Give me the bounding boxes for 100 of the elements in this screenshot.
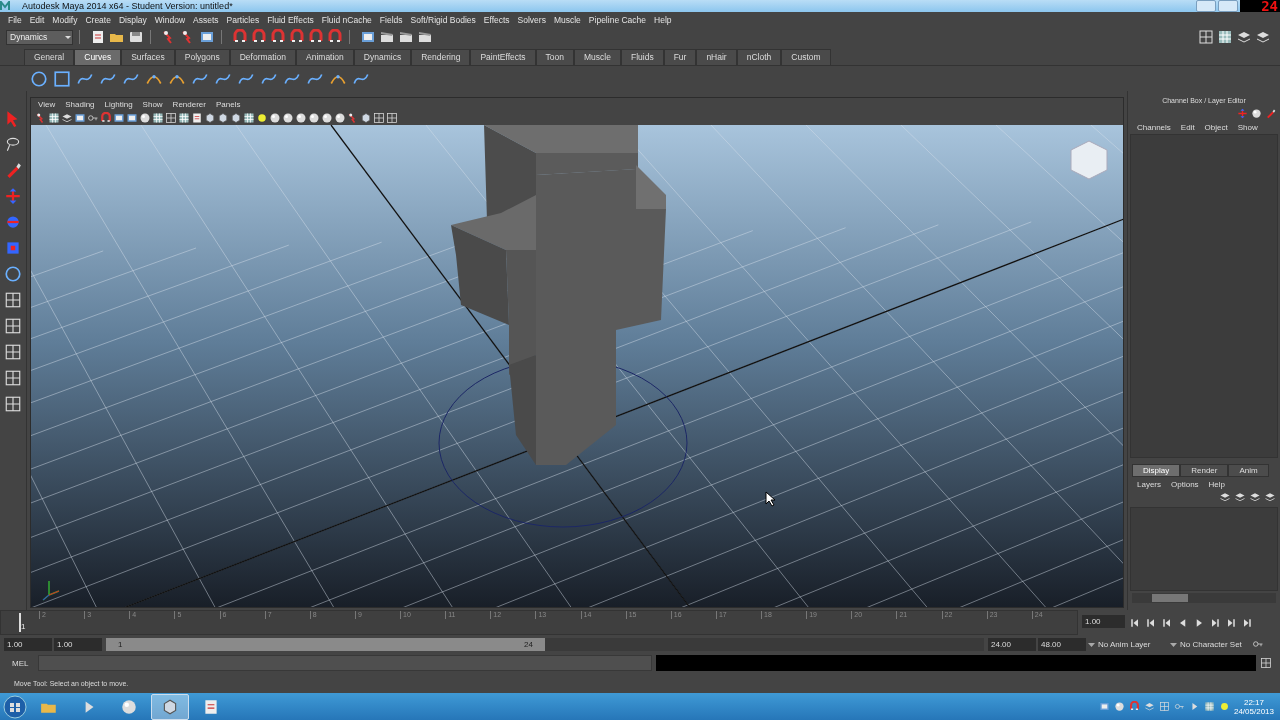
character-set-dropdown[interactable]: No Character Set xyxy=(1180,639,1242,649)
menu-item[interactable]: Edit xyxy=(25,14,49,25)
layer-tab[interactable]: Anim xyxy=(1228,464,1269,477)
circle-icon[interactable] xyxy=(30,69,48,88)
shelf-tab[interactable]: Deformation xyxy=(229,49,296,65)
start-button[interactable] xyxy=(3,694,27,719)
menu-item[interactable]: Modify xyxy=(48,14,82,25)
panel-menu[interactable]: Renderer xyxy=(167,100,211,109)
tray-icon[interactable] xyxy=(1128,701,1140,712)
shelf-tab[interactable]: nCloth xyxy=(736,49,782,65)
panel-tool-icon[interactable] xyxy=(100,112,112,124)
channel-box-menu[interactable]: Edit xyxy=(1175,122,1200,132)
render-icon[interactable] xyxy=(199,29,215,45)
playback-end-field[interactable]: 24.00 xyxy=(988,637,1036,651)
layer-tool-icon[interactable] xyxy=(1219,491,1231,503)
tray-icon[interactable] xyxy=(1143,701,1155,712)
tray-icon[interactable] xyxy=(1203,701,1215,712)
snap-magnet-icon[interactable] xyxy=(289,29,305,45)
current-time-field[interactable]: 1.00 xyxy=(1082,615,1125,628)
menu-item[interactable]: Soft/Rigid Bodies xyxy=(406,14,480,25)
panel-tool-icon[interactable] xyxy=(113,112,125,124)
menu-item[interactable]: Fields xyxy=(375,14,407,25)
shelf-tab[interactable]: nHair xyxy=(696,49,737,65)
shelf-tab[interactable]: Fluids xyxy=(620,49,664,65)
shelf-tab[interactable]: Dynamics xyxy=(353,49,412,65)
shelf-tab[interactable]: Fur xyxy=(663,49,697,65)
shelf-tab[interactable]: PaintEffects xyxy=(470,49,536,65)
panel-tool-icon[interactable] xyxy=(295,112,307,124)
command-language-label[interactable]: MEL xyxy=(12,658,34,668)
circle-icon[interactable] xyxy=(4,265,22,283)
menu-item[interactable]: Solvers xyxy=(513,14,550,25)
layer-tab[interactable]: Display xyxy=(1132,464,1181,477)
tray-icon[interactable] xyxy=(1218,701,1230,712)
channel-box-tool-icon[interactable] xyxy=(1251,108,1262,119)
panel-menu[interactable]: Show xyxy=(137,100,168,109)
shelf-tab[interactable]: Rendering xyxy=(411,49,471,65)
clapboard-icon[interactable] xyxy=(379,29,395,45)
step-icon[interactable] xyxy=(1129,616,1141,629)
panel-tool-icon[interactable] xyxy=(269,112,281,124)
anim-layer-dropdown[interactable]: No Anim Layer xyxy=(1098,639,1151,649)
panel-tool-icon[interactable] xyxy=(321,112,333,124)
shelf-tab[interactable]: Toon xyxy=(535,49,574,65)
panel-menu[interactable]: Lighting xyxy=(99,100,138,109)
start-time-field[interactable]: 1.00 xyxy=(4,637,52,651)
layer-tool-icon[interactable] xyxy=(1249,491,1261,503)
layout-icon[interactable] xyxy=(4,343,22,361)
playback-start-field[interactable]: 1.00 xyxy=(54,637,102,651)
panel-tool-icon[interactable] xyxy=(256,112,268,124)
snap-magnet-icon[interactable] xyxy=(308,29,324,45)
render-icon[interactable] xyxy=(360,29,376,45)
caret-icon[interactable] xyxy=(1088,640,1095,648)
channel-box-menu[interactable]: Show xyxy=(1232,122,1263,132)
menu-set-dropdown[interactable]: Dynamics xyxy=(6,29,73,45)
panel-tool-icon[interactable] xyxy=(308,112,320,124)
shelf-tab[interactable]: Curves xyxy=(74,49,122,65)
channel-box-menu[interactable]: Channels xyxy=(1132,122,1176,132)
scrollbar[interactable] xyxy=(1132,593,1276,603)
menu-item[interactable]: Help xyxy=(650,14,676,25)
shelf-tab[interactable]: Custom xyxy=(781,49,831,65)
range-slider-bar[interactable]: 1 24 xyxy=(106,637,545,651)
menu-item[interactable]: Effects xyxy=(479,14,514,25)
channel-box-tool-icon[interactable] xyxy=(1265,108,1276,119)
tray-icon[interactable] xyxy=(1113,701,1125,712)
shelf-tab[interactable]: Muscle xyxy=(574,49,621,65)
layout-icon[interactable] xyxy=(4,369,22,387)
panel-tool-icon[interactable] xyxy=(191,112,203,124)
auto-key-icon[interactable] xyxy=(1252,638,1264,650)
layer-menu[interactable]: Help xyxy=(1203,479,1231,489)
panel-tool-icon[interactable] xyxy=(61,112,73,124)
step-icon[interactable] xyxy=(1241,616,1253,629)
snap-magnet-icon[interactable] xyxy=(251,29,267,45)
channel-box-menu[interactable]: Object xyxy=(1199,122,1233,132)
menu-item[interactable]: Create xyxy=(81,14,115,25)
shelf-tab[interactable]: General xyxy=(24,49,75,65)
end-time-field[interactable]: 48.00 xyxy=(1038,637,1086,651)
menu-item[interactable]: Fluid Effects xyxy=(263,14,318,25)
taskbar-button[interactable] xyxy=(151,693,189,720)
panel-menu[interactable]: Shading xyxy=(60,100,100,109)
caret-icon[interactable] xyxy=(1170,640,1177,648)
snap-magnet-icon[interactable] xyxy=(327,29,343,45)
menu-item[interactable]: File xyxy=(4,14,26,25)
lasso-tool-icon[interactable] xyxy=(4,135,22,153)
clapboard-icon[interactable] xyxy=(398,29,414,45)
menu-item[interactable]: Fluid nCache xyxy=(317,14,376,25)
shelf-tab[interactable]: Animation xyxy=(296,49,354,65)
shelf-tab[interactable]: Surfaces xyxy=(121,49,175,65)
menu-item[interactable]: Muscle xyxy=(549,14,585,25)
menu-item[interactable]: Display xyxy=(114,14,151,25)
tray-icon[interactable] xyxy=(1098,701,1110,712)
menu-item[interactable]: Window xyxy=(150,14,190,25)
snap-magnet-icon[interactable] xyxy=(270,29,286,45)
step-icon[interactable] xyxy=(1225,616,1237,629)
layer-tab[interactable]: Render xyxy=(1180,464,1229,477)
step-icon[interactable] xyxy=(1161,616,1173,629)
panel-tool-icon[interactable] xyxy=(87,112,99,124)
save-icon[interactable] xyxy=(128,29,144,45)
shelf-tab[interactable]: Polygons xyxy=(174,49,230,65)
menu-item[interactable]: Particles xyxy=(222,14,264,25)
panel-menu[interactable]: Panels xyxy=(210,100,246,109)
clapboard-icon[interactable] xyxy=(417,29,433,45)
